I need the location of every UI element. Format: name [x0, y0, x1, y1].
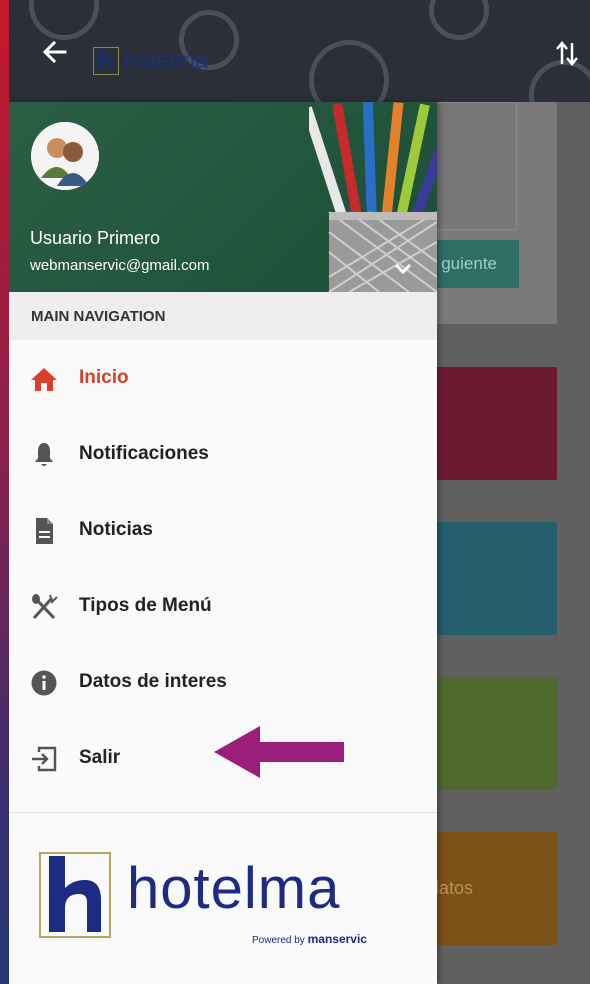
user-group-icon [31, 122, 99, 190]
nav-item-label: Noticias [79, 519, 153, 540]
nav-item-tipos-de-menu[interactable]: Tipos de Menú [9, 568, 437, 644]
arrow-left-icon [42, 40, 67, 64]
pencil-cup-illustration [309, 102, 437, 292]
document-icon [36, 518, 53, 544]
back-button[interactable] [37, 34, 73, 70]
powered-by-brand: manservic [307, 932, 367, 946]
nav-section-title: MAIN NAVIGATION [9, 292, 437, 340]
doodle-decoration [309, 40, 389, 102]
app-logo: h hotelma [93, 44, 208, 78]
user-email: webmanservic@gmail.com [30, 257, 210, 274]
nav-item-label: Inicio [79, 367, 129, 388]
powered-by-prefix: Powered by [252, 935, 305, 946]
chevron-down-icon [394, 263, 412, 275]
footer-logo: hotelma Powered by manservic [39, 850, 389, 950]
drawer-divider [9, 812, 437, 813]
navigation-drawer: Usuario Primero webmanservic@gmail.com M… [9, 102, 437, 984]
drawer-header: Usuario Primero webmanservic@gmail.com [9, 102, 437, 292]
sort-button[interactable] [555, 38, 579, 68]
account-dropdown-toggle[interactable] [391, 257, 415, 281]
nav-item-inicio[interactable]: Inicio [9, 340, 437, 416]
logo-mark [39, 852, 111, 938]
nav-item-label: Tipos de Menú [79, 595, 212, 616]
home-icon [31, 368, 57, 391]
annotation-arrow-icon [214, 726, 344, 778]
logo-h-glyph [49, 856, 101, 932]
user-name: Usuario Primero [30, 228, 161, 248]
nav-item-label: Salir [79, 747, 121, 768]
fork-spoon-icon [32, 594, 58, 620]
nav-item-label: Datos de interes [79, 671, 227, 692]
avatar[interactable] [31, 122, 99, 190]
exit-icon [32, 746, 57, 772]
swap-vert-icon [556, 41, 578, 66]
nav-item-notificaciones[interactable]: Notificaciones [9, 416, 437, 492]
phone-screen: guiente ros datos h hotelma [9, 0, 590, 984]
doodle-decoration [429, 0, 489, 40]
nav-item-noticias[interactable]: Noticias [9, 492, 437, 568]
logo-text: hotelma [123, 47, 209, 74]
logo-mark: h [93, 47, 119, 75]
app-bar: h hotelma [9, 0, 590, 102]
footer-logo-text: hotelma [127, 856, 341, 921]
powered-by-text: Powered by manservic [252, 932, 367, 946]
nav-item-datos-de-interes[interactable]: Datos de interes [9, 644, 437, 720]
info-icon [31, 670, 57, 696]
bell-icon [35, 443, 53, 466]
nav-item-label: Notificaciones [79, 443, 209, 464]
